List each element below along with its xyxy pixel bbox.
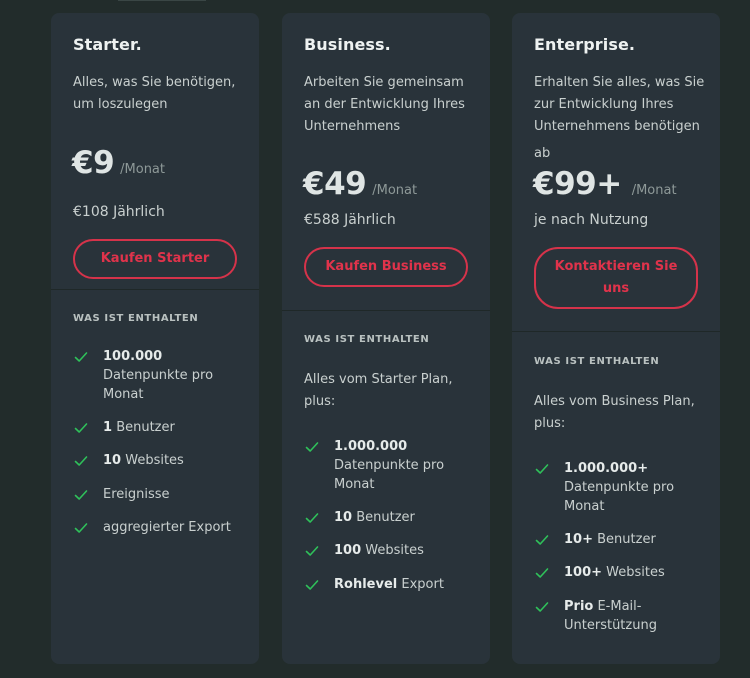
feature-description: Benutzer — [116, 420, 175, 435]
check-icon — [535, 464, 549, 474]
contact-sales-button[interactable]: Kontaktieren Sie uns — [534, 247, 698, 309]
feature-item: 1 Benutzer — [73, 418, 253, 437]
usage-note: je nach Nutzung — [534, 212, 649, 228]
feature-description: Benutzer — [356, 510, 415, 525]
plan-title: Starter. — [73, 35, 142, 54]
yearly-price: €108 Jährlich — [73, 204, 165, 220]
feature-item: 10 Websites — [73, 451, 253, 470]
feature-highlight: 100.000 — [103, 349, 163, 364]
plan-card-business: Business. Arbeiten Sie gemeinsam an der … — [282, 13, 490, 664]
check-icon — [74, 490, 88, 500]
feature-description: Websites — [606, 565, 665, 580]
feature-item: 10 Benutzer — [304, 508, 484, 527]
feature-item: 1.000.000+ Datenpunkte pro Monat — [534, 459, 714, 516]
feature-description: Datenpunkte pro Monat — [564, 480, 675, 514]
features-intro: Alles vom Starter Plan, plus: — [304, 372, 453, 409]
feature-text: 100.000 Datenpunkte pro Monat — [103, 347, 243, 404]
price-period: /Monat — [120, 162, 165, 177]
feature-highlight: Prio — [564, 599, 594, 614]
feature-description: Websites — [125, 453, 184, 468]
feature-description: Datenpunkte pro Monat — [334, 458, 445, 492]
check-icon — [305, 546, 319, 556]
feature-item: Prio E-Mail-Unterstützung — [534, 597, 714, 635]
included-label: WAS IST ENTHALTEN — [534, 356, 660, 367]
check-icon — [305, 513, 319, 523]
feature-item: Ereignisse — [73, 485, 253, 504]
feature-text: aggregierter Export — [103, 518, 243, 537]
feature-text: 10 Benutzer — [334, 508, 474, 527]
feature-item: 10+ Benutzer — [534, 530, 714, 549]
included-label: WAS IST ENTHALTEN — [73, 313, 199, 324]
feature-item: 100+ Websites — [534, 563, 714, 582]
check-icon — [535, 535, 549, 545]
feature-highlight: 1.000.000 — [334, 439, 408, 454]
check-icon — [74, 523, 88, 533]
feature-highlight: 1.000.000+ — [564, 461, 649, 476]
check-icon — [74, 456, 88, 466]
feature-text: 10 Websites — [103, 451, 243, 470]
feature-text: 100 Websites — [334, 541, 474, 560]
feature-highlight: 100 — [334, 543, 362, 558]
feature-description: aggregierter Export — [103, 520, 231, 535]
yearly-price: €588 Jährlich — [304, 212, 396, 228]
feature-description: Datenpunkte pro Monat — [103, 368, 214, 402]
feature-description: Ereignisse — [103, 487, 170, 502]
feature-highlight: 10+ — [564, 532, 593, 547]
feature-text: Rohlevel Export — [334, 575, 474, 594]
check-icon — [535, 568, 549, 578]
plan-card-starter: Starter. Alles, was Sie benötigen, um lo… — [51, 13, 259, 664]
plan-description: Arbeiten Sie gemeinsam an der Entwicklun… — [304, 75, 465, 134]
feature-text: 1.000.000 Datenpunkte pro Monat — [334, 437, 474, 494]
plan-price: €9 — [72, 145, 115, 181]
buy-business-button[interactable]: Kaufen Business — [304, 247, 468, 287]
feature-highlight: 100+ — [564, 565, 603, 580]
price-row: €49 /Monat — [303, 166, 417, 202]
feature-text: 100+ Websites — [564, 563, 704, 582]
check-icon — [305, 442, 319, 452]
feature-highlight: 10 — [103, 453, 122, 468]
feature-highlight: Rohlevel — [334, 577, 398, 592]
plan-description: Alles, was Sie benötigen, um loszulegen — [73, 75, 236, 112]
check-icon — [74, 423, 88, 433]
plan-price: €49 — [303, 166, 367, 202]
check-icon — [74, 352, 88, 362]
price-row: €99+ /Monat — [533, 166, 677, 202]
card-divider — [51, 289, 259, 290]
feature-item: 1.000.000 Datenpunkte pro Monat — [304, 437, 484, 494]
feature-item: 100.000 Datenpunkte pro Monat — [73, 347, 253, 404]
feature-item: 100 Websites — [304, 541, 484, 560]
card-divider — [512, 331, 720, 332]
feature-highlight: 1 — [103, 420, 113, 435]
plan-title: Business. — [304, 35, 391, 54]
features-intro: Alles vom Business Plan, plus: — [534, 394, 695, 431]
feature-text: Ereignisse — [103, 485, 243, 504]
feature-item: aggregierter Export — [73, 518, 253, 537]
feature-text: 1 Benutzer — [103, 418, 243, 437]
price-row: €9 /Monat — [72, 145, 165, 181]
price-period: /Monat — [631, 183, 677, 198]
feature-item: Rohlevel Export — [304, 575, 484, 594]
plan-price: €99+ — [533, 166, 622, 202]
buy-starter-button[interactable]: Kaufen Starter — [73, 239, 237, 279]
feature-description: Websites — [365, 543, 424, 558]
top-edge-divider — [118, 0, 206, 1]
feature-description: Export — [401, 577, 444, 592]
plan-description: Erhalten Sie alles, was Sie zur Entwickl… — [534, 75, 705, 134]
feature-highlight: 10 — [334, 510, 353, 525]
check-icon — [535, 602, 549, 612]
price-prefix: ab — [534, 146, 551, 161]
feature-text: Prio E-Mail-Unterstützung — [564, 597, 704, 635]
feature-text: 1.000.000+ Datenpunkte pro Monat — [564, 459, 704, 516]
plan-title: Enterprise. — [534, 35, 636, 54]
feature-description: Benutzer — [597, 532, 656, 547]
plan-card-enterprise: Enterprise. Erhalten Sie alles, was Sie … — [512, 13, 720, 664]
included-label: WAS IST ENTHALTEN — [304, 334, 430, 345]
feature-text: 10+ Benutzer — [564, 530, 704, 549]
card-divider — [282, 310, 490, 311]
price-period: /Monat — [372, 183, 418, 198]
check-icon — [305, 580, 319, 590]
